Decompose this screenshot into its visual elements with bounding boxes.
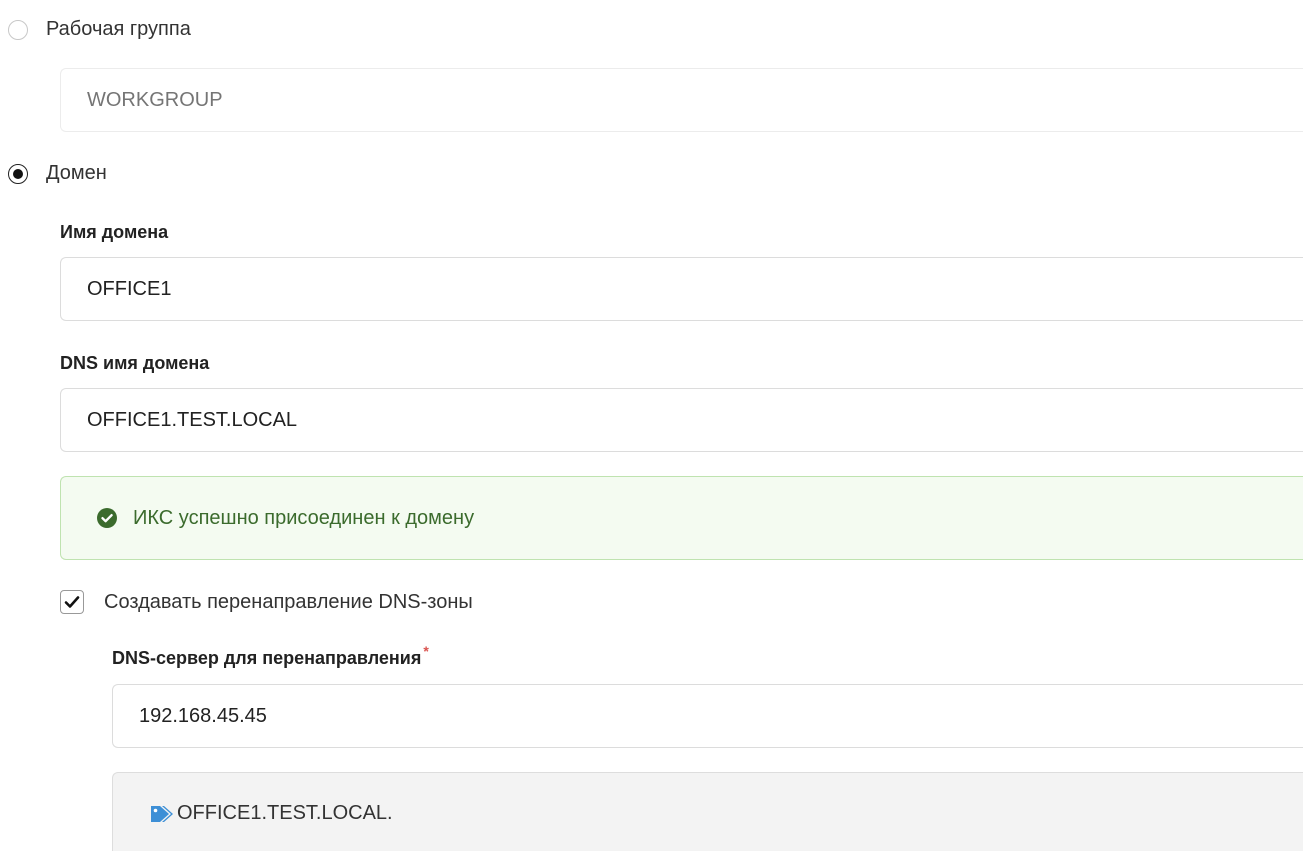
dns-domain-name-value: OFFICE1.TEST.LOCAL [87,408,298,431]
workgroup-radio-option[interactable]: Рабочая группа [8,18,191,41]
dns-zone-tag[interactable]: OFFICE1.TEST.LOCAL. [177,802,393,825]
dns-server-label: DNS-сервер для перенаправления * [112,643,429,669]
checkmark-icon [64,596,80,608]
dns-domain-name-input[interactable]: OFFICE1.TEST.LOCAL [60,388,1303,452]
domain-name-label: Имя домена [60,222,169,242]
domain-radio-label: Домен [46,162,107,184]
tag-icon [149,804,173,824]
check-circle-icon [97,508,117,528]
success-message: ИКС успешно присоединен к домену [133,506,475,529]
dns-server-label-text: DNS-сервер для перенаправления [112,648,422,668]
domain-join-success-alert: ИКС успешно присоединен к домену [60,476,1303,560]
dns-zone-list: OFFICE1.TEST.LOCAL. [112,772,1303,851]
dns-forward-checkbox-label: Создавать перенаправление DNS-зоны [104,590,473,613]
dns-forward-checkbox-option[interactable]: Создавать перенаправление DNS-зоны [60,590,473,614]
dns-server-input[interactable]: 192.168.45.45 [112,684,1303,748]
workgroup-input[interactable] [60,68,1303,132]
radio-selected-dot [13,168,23,179]
workgroup-radio[interactable] [8,19,28,40]
domain-radio-option[interactable]: Домен [8,162,107,185]
domain-settings-panel: Рабочая группа Домен Имя домена OFFICE1 … [0,0,1303,851]
domain-name-input[interactable]: OFFICE1 [60,257,1303,321]
workgroup-radio-label: Рабочая группа [46,18,191,40]
dns-server-value: 192.168.45.45 [139,704,267,727]
domain-name-value: OFFICE1 [87,277,172,300]
dns-forward-checkbox[interactable] [60,590,84,614]
domain-radio[interactable] [8,163,28,184]
required-marker: * [423,643,429,659]
dns-domain-name-label: DNS имя домена [60,353,210,373]
